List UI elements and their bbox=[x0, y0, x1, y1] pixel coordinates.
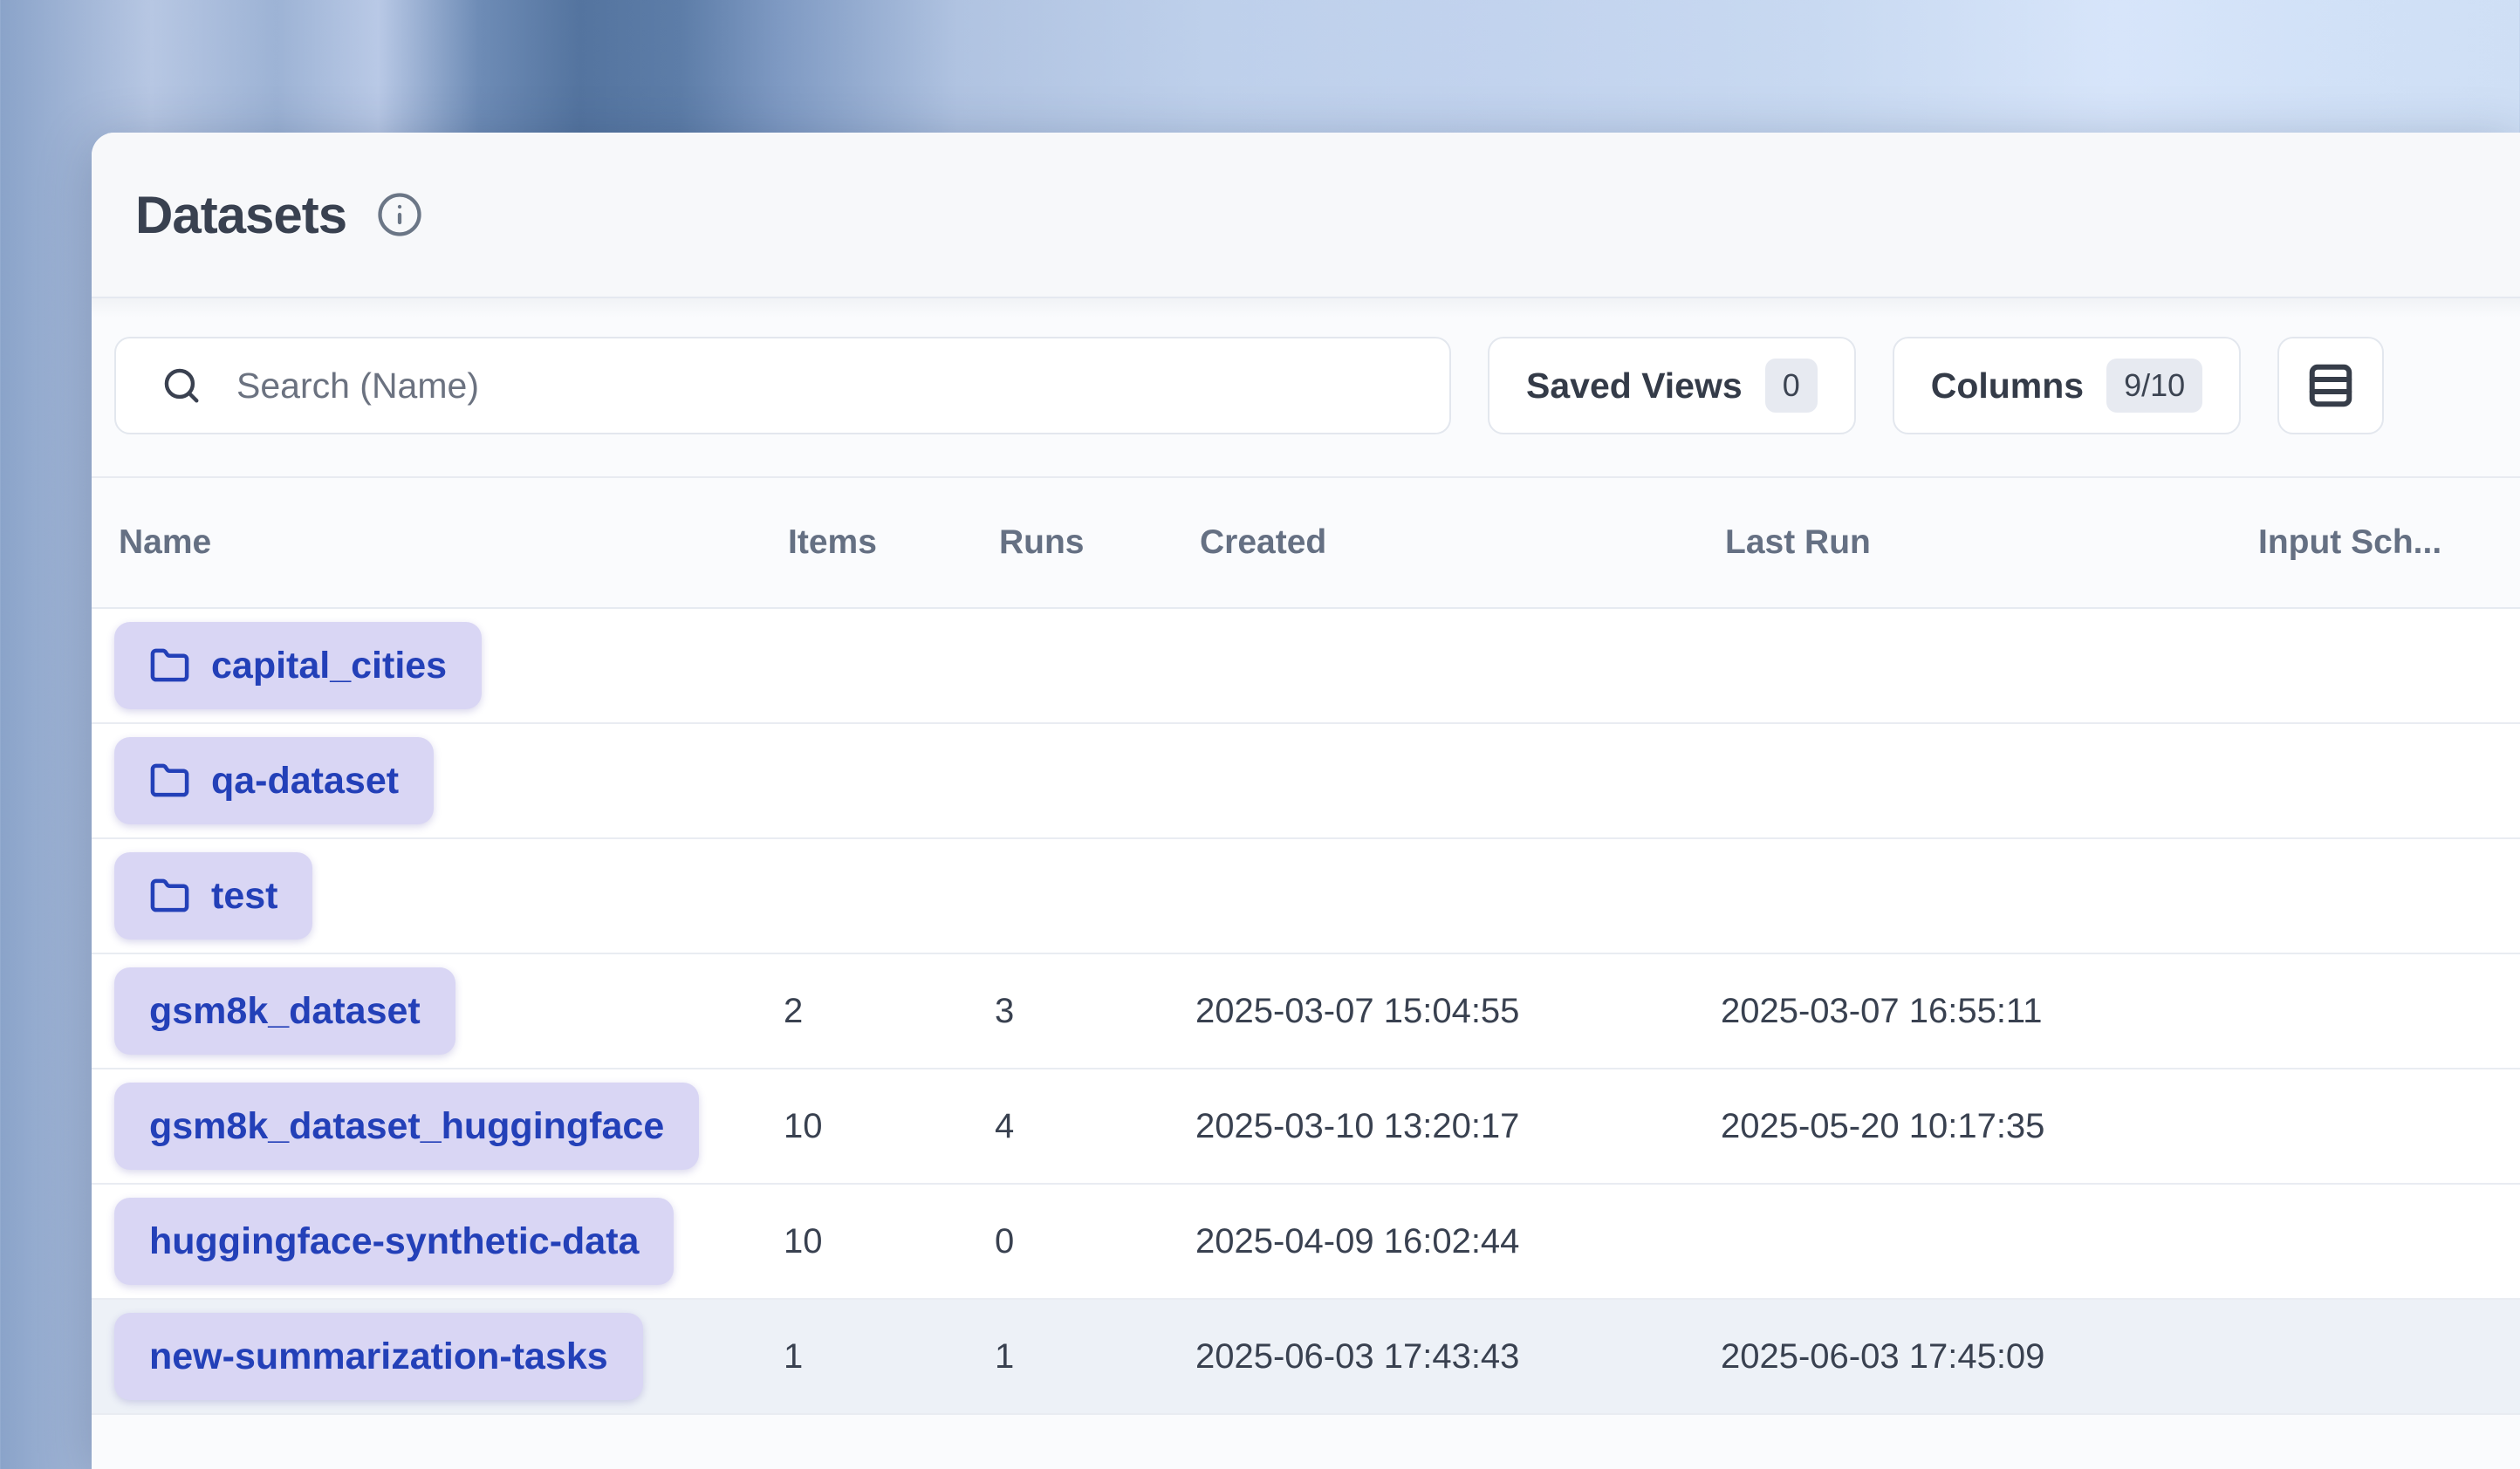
cell-last_run: 2025-05-20 10:17:35 bbox=[1721, 1107, 2254, 1146]
cell-runs: 4 bbox=[995, 1107, 1195, 1146]
dataset-chip[interactable]: gsm8k_dataset bbox=[114, 967, 455, 1055]
search-box[interactable] bbox=[114, 337, 1451, 434]
column-header-name[interactable]: Name bbox=[114, 523, 784, 562]
table-header-row: NameItemsRunsCreatedLast RunInput Sch... bbox=[92, 476, 2520, 609]
cell-runs: 3 bbox=[995, 992, 1195, 1031]
table-row[interactable]: test bbox=[92, 839, 2520, 954]
table-row[interactable]: huggingface-synthetic-data 1002025-04-09 … bbox=[92, 1185, 2520, 1300]
folder-chip[interactable]: qa-dataset bbox=[114, 737, 434, 824]
cell-items: 1 bbox=[784, 1337, 995, 1377]
info-button[interactable] bbox=[376, 191, 423, 238]
toolbar: Saved Views 0 Columns 9/10 bbox=[92, 337, 2520, 434]
dataset-name: capital_cities bbox=[211, 645, 447, 687]
row-height-button[interactable] bbox=[2277, 337, 2384, 434]
titlebar-shadow bbox=[92, 298, 2520, 318]
rows-icon bbox=[2304, 359, 2357, 412]
columns-label: Columns bbox=[1931, 366, 2084, 407]
table-body: capital_cities qa-dataset test gsm8k_datase… bbox=[92, 609, 2520, 1415]
column-header-last_run[interactable]: Last Run bbox=[1721, 523, 2254, 562]
title-bar: Datasets bbox=[92, 133, 2520, 298]
search-icon bbox=[160, 364, 203, 407]
dataset-name: gsm8k_dataset_huggingface bbox=[149, 1105, 664, 1148]
table-row[interactable]: new-summarization-tasks112025-06-03 17:4… bbox=[92, 1300, 2520, 1415]
folder-chip[interactable]: test bbox=[114, 852, 312, 939]
dataset-chip[interactable]: gsm8k_dataset_huggingface bbox=[114, 1083, 699, 1170]
column-header-items[interactable]: Items bbox=[784, 523, 995, 562]
column-header-input_schema[interactable]: Input Sch... bbox=[2254, 523, 2520, 562]
table-row[interactable]: gsm8k_dataset_huggingface 1042025-03-10 1… bbox=[92, 1069, 2520, 1185]
datasets-table: NameItemsRunsCreatedLast RunInput Sch...… bbox=[92, 476, 2520, 1415]
column-header-created[interactable]: Created bbox=[1195, 523, 1721, 562]
column-header-runs[interactable]: Runs bbox=[995, 523, 1195, 562]
dataset-chip[interactable]: huggingface-synthetic-data bbox=[114, 1198, 674, 1285]
page-title: Datasets bbox=[135, 185, 346, 245]
cell-name: new-summarization-tasks bbox=[114, 1313, 784, 1400]
saved-views-button[interactable]: Saved Views 0 bbox=[1488, 337, 1856, 434]
table-row[interactable]: qa-dataset bbox=[92, 724, 2520, 839]
folder-icon bbox=[149, 876, 190, 917]
table-row[interactable]: capital_cities bbox=[92, 609, 2520, 724]
cell-created: 2025-04-09 16:02:44 bbox=[1195, 1222, 1721, 1261]
cell-name: test bbox=[114, 852, 784, 939]
cell-name: gsm8k_dataset_huggingface bbox=[114, 1083, 784, 1170]
columns-button[interactable]: Columns 9/10 bbox=[1893, 337, 2241, 434]
saved-views-count-badge: 0 bbox=[1765, 359, 1818, 413]
search-input[interactable] bbox=[236, 366, 1371, 407]
cell-name: gsm8k_dataset bbox=[114, 967, 784, 1055]
cell-runs: 0 bbox=[995, 1222, 1195, 1261]
cell-items: 10 bbox=[784, 1107, 995, 1146]
folder-chip[interactable]: capital_cities bbox=[114, 622, 482, 709]
saved-views-label: Saved Views bbox=[1526, 366, 1743, 407]
cell-created: 2025-06-03 17:43:43 bbox=[1195, 1337, 1721, 1377]
dataset-name: qa-dataset bbox=[211, 760, 399, 803]
dataset-name: new-summarization-tasks bbox=[149, 1336, 608, 1378]
cell-created: 2025-03-07 15:04:55 bbox=[1195, 992, 1721, 1031]
cell-name: qa-dataset bbox=[114, 737, 784, 824]
cell-created: 2025-03-10 13:20:17 bbox=[1195, 1107, 1721, 1146]
cell-last_run: 2025-06-03 17:45:09 bbox=[1721, 1337, 2254, 1377]
cell-items: 2 bbox=[784, 992, 995, 1031]
dataset-name: test bbox=[211, 875, 277, 918]
columns-count-badge: 9/10 bbox=[2106, 359, 2202, 413]
table-row[interactable]: gsm8k_dataset 232025-03-07 15:04:552025-0… bbox=[92, 954, 2520, 1069]
cell-runs: 1 bbox=[995, 1337, 1195, 1377]
info-icon bbox=[376, 191, 423, 238]
folder-icon bbox=[149, 761, 190, 802]
cell-name: capital_cities bbox=[114, 622, 784, 709]
dataset-chip[interactable]: new-summarization-tasks bbox=[114, 1313, 643, 1400]
cell-items: 10 bbox=[784, 1222, 995, 1261]
dataset-name: gsm8k_dataset bbox=[149, 990, 421, 1033]
dataset-name: huggingface-synthetic-data bbox=[149, 1220, 639, 1263]
cell-name: huggingface-synthetic-data bbox=[114, 1198, 784, 1285]
datasets-panel: Datasets Saved Views 0 Columns 9/10 bbox=[92, 133, 2520, 1469]
cell-last_run: 2025-03-07 16:55:11 bbox=[1721, 992, 2254, 1031]
folder-icon bbox=[149, 646, 190, 687]
